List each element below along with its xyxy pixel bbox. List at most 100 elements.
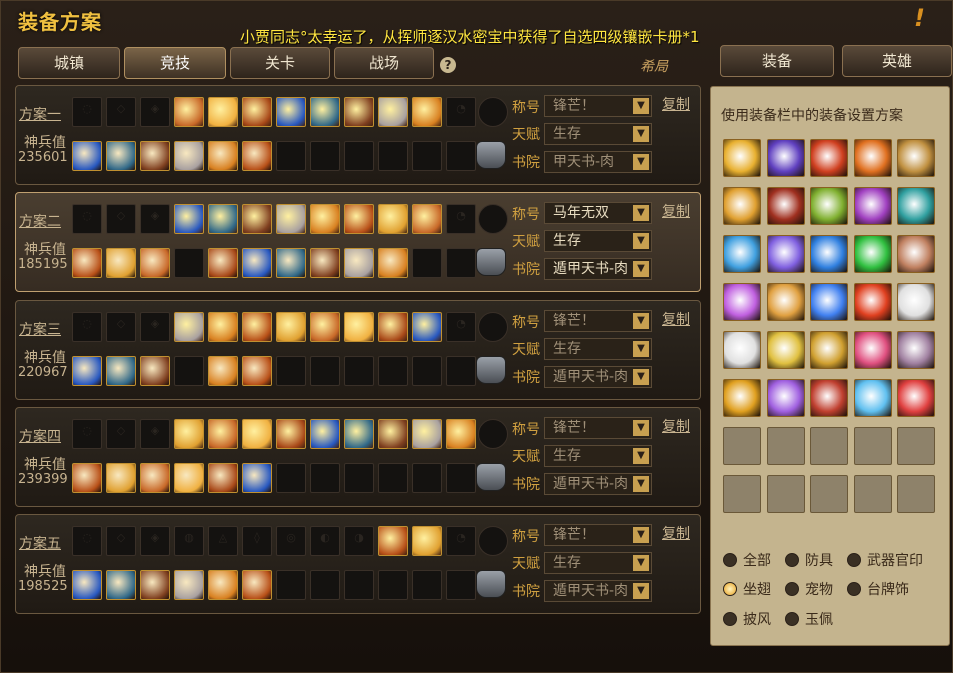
equipment-slot[interactable] bbox=[174, 570, 204, 600]
equipment-slot[interactable]: ◈ bbox=[140, 312, 170, 342]
equipment-slot[interactable] bbox=[310, 248, 340, 278]
equipment-slot[interactable] bbox=[174, 356, 204, 386]
copy-button[interactable]: 复制 bbox=[662, 416, 690, 436]
equipment-slot[interactable] bbox=[140, 570, 170, 600]
talent-dropdown[interactable]: 生存 ▼ bbox=[544, 230, 652, 252]
equipment-slot[interactable] bbox=[310, 463, 340, 493]
equipment-slot[interactable] bbox=[446, 463, 476, 493]
equipment-slot[interactable]: ◑ bbox=[344, 526, 374, 556]
talent-dropdown[interactable]: 生存 ▼ bbox=[544, 338, 652, 360]
equipment-slot[interactable] bbox=[276, 204, 306, 234]
academy-dropdown[interactable]: 遁甲天书-肉 ▼ bbox=[544, 366, 652, 388]
bag-equipment-slot[interactable] bbox=[766, 475, 805, 513]
equipment-slot[interactable] bbox=[242, 141, 272, 171]
equipment-slot[interactable] bbox=[310, 141, 340, 171]
copy-button[interactable]: 复制 bbox=[662, 94, 690, 114]
bag-equipment-slot[interactable] bbox=[853, 235, 892, 273]
equipment-slot[interactable] bbox=[208, 97, 238, 127]
equipment-slot[interactable] bbox=[276, 141, 306, 171]
equipment-slot[interactable]: ◍ bbox=[174, 526, 204, 556]
equipment-slot[interactable] bbox=[310, 204, 340, 234]
filter-radio[interactable]: 全部 bbox=[723, 550, 771, 570]
equipment-slot[interactable] bbox=[208, 204, 238, 234]
equipment-slot[interactable]: ◇ bbox=[106, 97, 136, 127]
equipment-slot[interactable]: ◇ bbox=[106, 419, 136, 449]
bag-equipment-slot[interactable] bbox=[810, 187, 848, 225]
equipment-slot[interactable] bbox=[242, 97, 272, 127]
equipment-slot[interactable] bbox=[310, 97, 340, 127]
copy-button[interactable]: 复制 bbox=[662, 309, 690, 329]
equipment-slot[interactable]: ◌ bbox=[72, 312, 102, 342]
equipment-slot[interactable] bbox=[242, 204, 272, 234]
equipment-slot[interactable] bbox=[378, 570, 408, 600]
bag-equipment-slot[interactable] bbox=[766, 379, 805, 417]
equipment-slot[interactable]: ◐ bbox=[310, 526, 340, 556]
bag-equipment-slot[interactable] bbox=[897, 379, 935, 417]
equipment-slot[interactable] bbox=[344, 463, 374, 493]
equipment-slot[interactable]: ◈ bbox=[140, 204, 170, 234]
equipment-slot[interactable] bbox=[344, 141, 374, 171]
equipment-slot[interactable] bbox=[140, 356, 170, 386]
cauldron-icon[interactable] bbox=[476, 463, 506, 491]
filter-radio[interactable]: 防具 bbox=[785, 550, 833, 570]
filter-radio[interactable]: 玉佩 bbox=[785, 609, 833, 629]
cauldron-icon[interactable] bbox=[476, 570, 506, 598]
equipment-slot[interactable] bbox=[412, 97, 442, 127]
bag-equipment-slot[interactable] bbox=[853, 187, 892, 225]
plan-name[interactable]: 方案四 bbox=[19, 426, 61, 446]
bag-equipment-slot[interactable] bbox=[810, 427, 848, 465]
equipment-slot[interactable] bbox=[242, 312, 272, 342]
academy-dropdown[interactable]: 甲天书-肉 ▼ bbox=[544, 151, 652, 173]
bag-equipment-slot[interactable] bbox=[766, 139, 805, 177]
gem-socket[interactable] bbox=[478, 97, 508, 127]
equipment-slot[interactable]: ◈ bbox=[140, 526, 170, 556]
bag-equipment-slot[interactable] bbox=[766, 331, 805, 369]
tab-equipment[interactable]: 装备 bbox=[720, 45, 834, 77]
copy-button[interactable]: 复制 bbox=[662, 523, 690, 543]
equipment-slot[interactable] bbox=[208, 312, 238, 342]
gem-socket[interactable] bbox=[478, 204, 508, 234]
equipment-slot[interactable]: ◌ bbox=[72, 204, 102, 234]
equipment-slot[interactable]: ◈ bbox=[140, 419, 170, 449]
equipment-slot[interactable]: ◎ bbox=[276, 526, 306, 556]
cauldron-icon[interactable] bbox=[476, 356, 506, 384]
gem-socket[interactable] bbox=[478, 526, 508, 556]
plan-name[interactable]: 方案二 bbox=[19, 211, 61, 231]
equipment-slot[interactable] bbox=[344, 204, 374, 234]
bag-equipment-slot[interactable] bbox=[897, 187, 935, 225]
equipment-slot[interactable]: ◇ bbox=[106, 312, 136, 342]
plan-name[interactable]: 方案三 bbox=[19, 319, 61, 339]
plan-panel[interactable]: 方案二 神兵值 185195 ◌ ◇ ◈ ◔ 称号 天赋 书院 马年无双 ▼ 生存 ▼ 遁甲天书-肉 ▼ 复制 bbox=[15, 192, 701, 292]
bag-equipment-slot[interactable] bbox=[723, 475, 761, 513]
equipment-slot[interactable] bbox=[276, 463, 306, 493]
bag-equipment-slot[interactable] bbox=[723, 139, 761, 177]
equipment-slot[interactable] bbox=[310, 570, 340, 600]
equipment-slot[interactable] bbox=[446, 419, 476, 449]
equipment-slot[interactable] bbox=[344, 312, 374, 342]
equipment-slot[interactable] bbox=[72, 463, 102, 493]
bag-equipment-slot[interactable] bbox=[853, 139, 892, 177]
equipment-slot[interactable] bbox=[174, 312, 204, 342]
equipment-slot[interactable] bbox=[412, 526, 442, 556]
equipment-slot[interactable] bbox=[174, 248, 204, 278]
academy-dropdown[interactable]: 遁甲天书-肉 ▼ bbox=[544, 580, 652, 602]
equipment-slot[interactable] bbox=[106, 463, 136, 493]
equipment-slot[interactable] bbox=[106, 356, 136, 386]
gem-socket[interactable] bbox=[478, 312, 508, 342]
equipment-slot[interactable] bbox=[412, 356, 442, 386]
equipment-slot[interactable] bbox=[140, 248, 170, 278]
filter-radio[interactable]: 武器官印 bbox=[847, 550, 923, 570]
equipment-slot[interactable]: ◔ bbox=[446, 97, 476, 127]
equipment-slot[interactable] bbox=[412, 248, 442, 278]
bag-equipment-slot[interactable] bbox=[810, 379, 848, 417]
equipment-slot[interactable] bbox=[242, 570, 272, 600]
cauldron-icon[interactable] bbox=[476, 141, 506, 169]
equipment-slot[interactable]: ◌ bbox=[72, 97, 102, 127]
equipment-slot[interactable] bbox=[140, 141, 170, 171]
bag-equipment-slot[interactable] bbox=[853, 331, 892, 369]
bag-equipment-slot[interactable] bbox=[897, 235, 935, 273]
equipment-slot[interactable] bbox=[446, 356, 476, 386]
equipment-slot[interactable] bbox=[344, 356, 374, 386]
equipment-slot[interactable] bbox=[174, 419, 204, 449]
equipment-slot[interactable] bbox=[140, 463, 170, 493]
